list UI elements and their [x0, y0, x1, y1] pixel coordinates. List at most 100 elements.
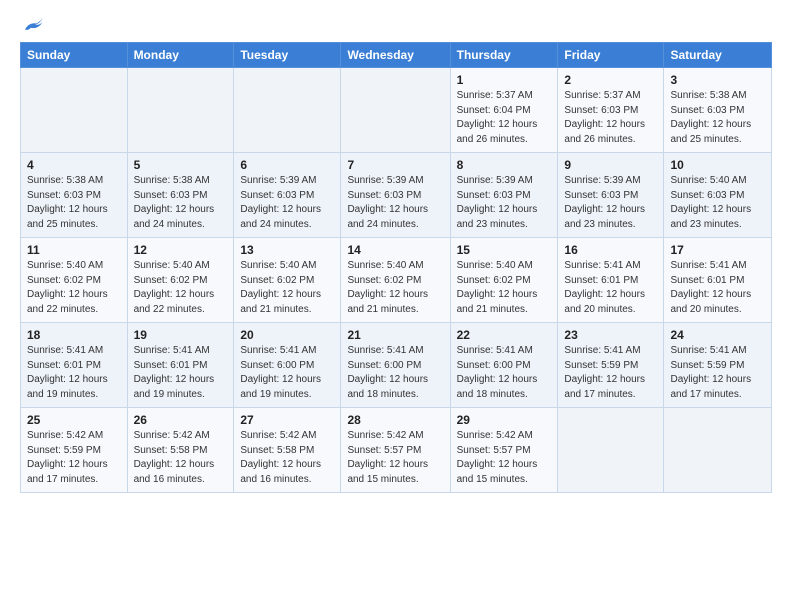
day-info: Sunrise: 5:40 AM Sunset: 6:03 PM Dayligh…: [670, 174, 765, 232]
day-info: Sunrise: 5:41 AM Sunset: 6:01 PM Dayligh…: [670, 259, 765, 317]
day-info: Sunrise: 5:42 AM Sunset: 5:57 PM Dayligh…: [347, 429, 443, 487]
day-info: Sunrise: 5:42 AM Sunset: 5:59 PM Dayligh…: [27, 429, 121, 487]
calendar-cell: [127, 68, 234, 153]
day-info: Sunrise: 5:39 AM Sunset: 6:03 PM Dayligh…: [457, 174, 552, 232]
weekday-header-monday: Monday: [127, 43, 234, 68]
logo: [20, 16, 44, 34]
day-number: 3: [670, 73, 765, 87]
day-number: 29: [457, 413, 552, 427]
day-number: 19: [134, 328, 228, 342]
calendar-cell: 8 Sunrise: 5:39 AM Sunset: 6:03 PM Daylig…: [450, 153, 558, 238]
day-info: Sunrise: 5:41 AM Sunset: 6:00 PM Dayligh…: [347, 344, 443, 402]
day-info: Sunrise: 5:42 AM Sunset: 5:57 PM Dayligh…: [457, 429, 552, 487]
day-info: Sunrise: 5:40 AM Sunset: 6:02 PM Dayligh…: [347, 259, 443, 317]
day-number: 23: [564, 328, 657, 342]
calendar-week-row: 18 Sunrise: 5:41 AM Sunset: 6:01 PM Dayli…: [21, 323, 772, 408]
calendar-week-row: 1 Sunrise: 5:37 AM Sunset: 6:04 PM Daylig…: [21, 68, 772, 153]
calendar-table: SundayMondayTuesdayWednesdayThursdayFrid…: [20, 42, 772, 493]
calendar-cell: 24Sunrise: 5:41 AM Sunset: 5:59 PM Dayli…: [664, 323, 772, 408]
calendar-cell: 14 Sunrise: 5:40 AM Sunset: 6:02 PM Dayli…: [341, 238, 450, 323]
day-number: 17: [670, 243, 765, 257]
weekday-header-friday: Friday: [558, 43, 664, 68]
day-info: Sunrise: 5:37 AM Sunset: 6:03 PM Dayligh…: [564, 89, 657, 147]
day-info: Sunrise: 5:39 AM Sunset: 6:03 PM Dayligh…: [564, 174, 657, 232]
day-info: Sunrise: 5:40 AM Sunset: 6:02 PM Dayligh…: [134, 259, 228, 317]
day-number: 24: [670, 328, 765, 342]
calendar-cell: 6Sunrise: 5:39 AM Sunset: 6:03 PM Daylig…: [234, 153, 341, 238]
calendar-cell: 3 Sunrise: 5:38 AM Sunset: 6:03 PM Daylig…: [664, 68, 772, 153]
day-number: 14: [347, 243, 443, 257]
day-info: Sunrise: 5:42 AM Sunset: 5:58 PM Dayligh…: [240, 429, 334, 487]
calendar-cell: 13 Sunrise: 5:40 AM Sunset: 6:02 PM Dayli…: [234, 238, 341, 323]
day-info: Sunrise: 5:40 AM Sunset: 6:02 PM Dayligh…: [240, 259, 334, 317]
day-info: Sunrise: 5:41 AM Sunset: 6:01 PM Dayligh…: [564, 259, 657, 317]
day-number: 18: [27, 328, 121, 342]
day-number: 2: [564, 73, 657, 87]
calendar-cell: 23Sunrise: 5:41 AM Sunset: 5:59 PM Dayli…: [558, 323, 664, 408]
calendar-cell: [558, 408, 664, 493]
calendar-cell: 12 Sunrise: 5:40 AM Sunset: 6:02 PM Dayli…: [127, 238, 234, 323]
calendar-cell: 15 Sunrise: 5:40 AM Sunset: 6:02 PM Dayli…: [450, 238, 558, 323]
calendar-cell: 27 Sunrise: 5:42 AM Sunset: 5:58 PM Dayli…: [234, 408, 341, 493]
day-info: Sunrise: 5:41 AM Sunset: 6:00 PM Dayligh…: [240, 344, 334, 402]
calendar-cell: 4 Sunrise: 5:38 AM Sunset: 6:03 PM Daylig…: [21, 153, 128, 238]
weekday-header-thursday: Thursday: [450, 43, 558, 68]
calendar-cell: 28 Sunrise: 5:42 AM Sunset: 5:57 PM Dayli…: [341, 408, 450, 493]
day-info: Sunrise: 5:42 AM Sunset: 5:58 PM Dayligh…: [134, 429, 228, 487]
day-info: Sunrise: 5:41 AM Sunset: 6:01 PM Dayligh…: [27, 344, 121, 402]
weekday-header-saturday: Saturday: [664, 43, 772, 68]
calendar-week-row: 11 Sunrise: 5:40 AM Sunset: 6:02 PM Dayli…: [21, 238, 772, 323]
day-number: 7: [347, 158, 443, 172]
calendar-body: 1 Sunrise: 5:37 AM Sunset: 6:04 PM Daylig…: [21, 68, 772, 493]
calendar-week-row: 25Sunrise: 5:42 AM Sunset: 5:59 PM Dayli…: [21, 408, 772, 493]
day-number: 27: [240, 413, 334, 427]
day-number: 8: [457, 158, 552, 172]
day-info: Sunrise: 5:40 AM Sunset: 6:02 PM Dayligh…: [27, 259, 121, 317]
day-info: Sunrise: 5:39 AM Sunset: 6:03 PM Dayligh…: [240, 174, 334, 232]
day-number: 10: [670, 158, 765, 172]
day-info: Sunrise: 5:38 AM Sunset: 6:03 PM Dayligh…: [670, 89, 765, 147]
day-number: 21: [347, 328, 443, 342]
logo-bird-icon: [22, 16, 44, 34]
day-info: Sunrise: 5:39 AM Sunset: 6:03 PM Dayligh…: [347, 174, 443, 232]
weekday-header-tuesday: Tuesday: [234, 43, 341, 68]
day-info: Sunrise: 5:41 AM Sunset: 6:00 PM Dayligh…: [457, 344, 552, 402]
calendar-cell: 1 Sunrise: 5:37 AM Sunset: 6:04 PM Daylig…: [450, 68, 558, 153]
day-number: 20: [240, 328, 334, 342]
day-number: 28: [347, 413, 443, 427]
day-number: 9: [564, 158, 657, 172]
day-number: 15: [457, 243, 552, 257]
calendar-cell: 20 Sunrise: 5:41 AM Sunset: 6:00 PM Dayli…: [234, 323, 341, 408]
day-number: 26: [134, 413, 228, 427]
day-number: 12: [134, 243, 228, 257]
calendar-cell: 25Sunrise: 5:42 AM Sunset: 5:59 PM Dayli…: [21, 408, 128, 493]
calendar-cell: [664, 408, 772, 493]
day-number: 4: [27, 158, 121, 172]
weekday-header-row: SundayMondayTuesdayWednesdayThursdayFrid…: [21, 43, 772, 68]
calendar-cell: 5Sunrise: 5:38 AM Sunset: 6:03 PM Daylig…: [127, 153, 234, 238]
day-info: Sunrise: 5:37 AM Sunset: 6:04 PM Dayligh…: [457, 89, 552, 147]
day-number: 1: [457, 73, 552, 87]
calendar-week-row: 4 Sunrise: 5:38 AM Sunset: 6:03 PM Daylig…: [21, 153, 772, 238]
weekday-header-wednesday: Wednesday: [341, 43, 450, 68]
calendar-cell: 11 Sunrise: 5:40 AM Sunset: 6:02 PM Dayli…: [21, 238, 128, 323]
day-number: 13: [240, 243, 334, 257]
calendar-cell: 18 Sunrise: 5:41 AM Sunset: 6:01 PM Dayli…: [21, 323, 128, 408]
calendar-cell: 22 Sunrise: 5:41 AM Sunset: 6:00 PM Dayli…: [450, 323, 558, 408]
calendar-cell: 10 Sunrise: 5:40 AM Sunset: 6:03 PM Dayli…: [664, 153, 772, 238]
calendar-cell: 9 Sunrise: 5:39 AM Sunset: 6:03 PM Daylig…: [558, 153, 664, 238]
calendar-cell: 26 Sunrise: 5:42 AM Sunset: 5:58 PM Dayli…: [127, 408, 234, 493]
calendar-cell: [234, 68, 341, 153]
weekday-header-sunday: Sunday: [21, 43, 128, 68]
calendar-cell: 17 Sunrise: 5:41 AM Sunset: 6:01 PM Dayli…: [664, 238, 772, 323]
calendar-cell: 21 Sunrise: 5:41 AM Sunset: 6:00 PM Dayli…: [341, 323, 450, 408]
calendar-cell: 16Sunrise: 5:41 AM Sunset: 6:01 PM Dayli…: [558, 238, 664, 323]
day-number: 22: [457, 328, 552, 342]
page-header: [20, 16, 772, 34]
day-info: Sunrise: 5:41 AM Sunset: 6:01 PM Dayligh…: [134, 344, 228, 402]
day-number: 5: [134, 158, 228, 172]
day-info: Sunrise: 5:40 AM Sunset: 6:02 PM Dayligh…: [457, 259, 552, 317]
day-info: Sunrise: 5:38 AM Sunset: 6:03 PM Dayligh…: [27, 174, 121, 232]
calendar-header: SundayMondayTuesdayWednesdayThursdayFrid…: [21, 43, 772, 68]
day-number: 11: [27, 243, 121, 257]
